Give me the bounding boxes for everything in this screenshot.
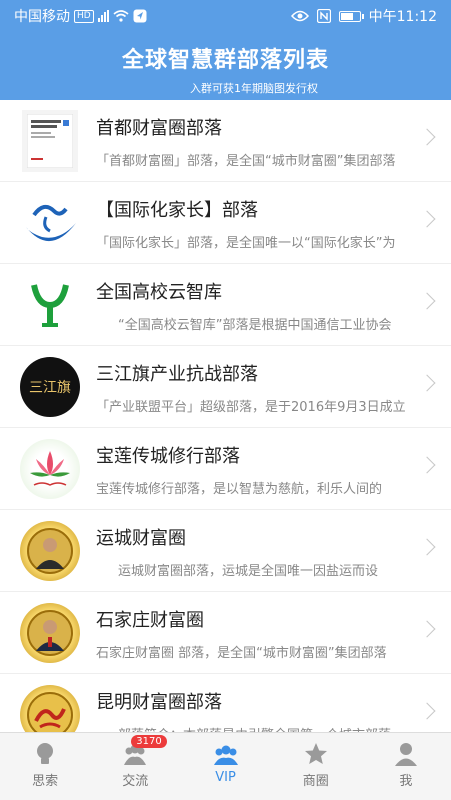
chevron-right-icon bbox=[418, 538, 436, 556]
tribe-name: 宝莲传城修行部落 bbox=[96, 446, 240, 467]
tribe-description: 部落简介：本部落是由引擎全国第一个城市部落 bbox=[96, 724, 408, 732]
status-right: 中午11:12 bbox=[290, 6, 437, 26]
tribe-name: 昆明财富圈部落 bbox=[96, 692, 222, 713]
list-item[interactable]: 石家庄财富圈 石家庄财富圈 部落，是全国“城市财富圈”集团部落 bbox=[0, 592, 451, 674]
chevron-right-icon bbox=[418, 702, 436, 720]
list-item[interactable]: 宝莲传城修行部落 宝莲传城修行部落，是以智慧为慈航，利乐人间的 bbox=[0, 428, 451, 510]
badge-text: 三江旗 bbox=[29, 380, 71, 396]
tribe-name: 三江旗产业抗战部落 bbox=[96, 364, 258, 385]
tribe-description: 运城财富圈部落，运城是全国唯一因盐运而设 bbox=[118, 564, 379, 579]
tab-label: VIP bbox=[215, 770, 236, 785]
signal-icon bbox=[97, 10, 109, 22]
tribe-name: 首都财富圈部落 bbox=[96, 118, 222, 139]
status-left: 中国移动 HD bbox=[14, 6, 147, 26]
bottom-nav: 思索 3170 交流 VIP 商圈 我 bbox=[0, 732, 451, 800]
tribe-name: 运城财富圈 bbox=[96, 528, 186, 549]
star-icon bbox=[304, 743, 327, 764]
tribe-description: 宝莲传城修行部落，是以智慧为慈航，利乐人间的 bbox=[96, 482, 383, 497]
tab-label: 我 bbox=[399, 774, 413, 789]
clock: 中午11:12 bbox=[368, 9, 437, 25]
chevron-right-icon bbox=[418, 374, 436, 392]
chevron-right-icon bbox=[418, 128, 436, 146]
tab-jiaoliu[interactable]: 3170 交流 bbox=[90, 733, 180, 800]
book-cover-thumbnail bbox=[22, 110, 78, 172]
coin-portrait-thumbnail bbox=[20, 603, 80, 663]
tab-shangquan[interactable]: 商圈 bbox=[271, 733, 361, 800]
list-item[interactable]: 运城财富圈 运城财富圈部落，运城是全国唯一因盐运而设 bbox=[0, 510, 451, 592]
sanjiangqi-badge-thumbnail: 三江旗 bbox=[20, 357, 80, 417]
chevron-right-icon bbox=[418, 292, 436, 310]
navigation-icon bbox=[133, 9, 147, 23]
chevron-right-icon bbox=[418, 210, 436, 228]
coin-portrait-thumbnail bbox=[20, 521, 80, 581]
y-logo-thumbnail bbox=[20, 275, 80, 335]
vip-people-icon bbox=[213, 745, 238, 765]
tribe-list: 首都财富圈部落 「首都财富圈」部落，是全国“城市财富圈”集团部落 【国际化家长】… bbox=[0, 100, 451, 732]
tab-sisuo[interactable]: 思索 bbox=[0, 733, 90, 800]
status-bar: 中国移动 HD 中午11:12 bbox=[0, 0, 451, 30]
carrier-name: 中国移动 bbox=[14, 9, 70, 25]
chevron-right-icon bbox=[418, 620, 436, 638]
lightbulb-icon bbox=[37, 743, 54, 764]
list-item[interactable]: 三江旗 三江旗产业抗战部落 「产业联盟平台」超级部落，是于2016年9月3日成立 bbox=[0, 346, 451, 428]
tab-label: 思索 bbox=[32, 774, 59, 789]
unread-badge: 3170 bbox=[131, 735, 167, 748]
tab-label: 交流 bbox=[122, 774, 149, 789]
tribe-description: 「国际化家长」部落，是全国唯一以“国际化家长”为 bbox=[96, 236, 396, 251]
wifi-icon bbox=[113, 10, 129, 22]
eye-icon bbox=[290, 10, 309, 22]
page-subtitle: 入群可获1年期脑图发行权 bbox=[190, 82, 318, 95]
hd-badge: HD bbox=[74, 9, 94, 23]
tribe-name: 【国际化家长】部落 bbox=[96, 200, 258, 221]
person-icon bbox=[394, 743, 417, 766]
list-item[interactable]: 首都财富圈部落 「首都财富圈」部落，是全国“城市财富圈”集团部落 bbox=[0, 100, 451, 182]
page-header: 全球智慧群部落列表 入群可获1年期脑图发行权 bbox=[0, 30, 451, 100]
list-item[interactable]: 【国际化家长】部落 「国际化家长」部落，是全国唯一以“国际化家长”为 bbox=[0, 182, 451, 264]
lotus-logo-thumbnail bbox=[20, 439, 80, 499]
page-title: 全球智慧群部落列表 bbox=[121, 48, 329, 73]
list-item[interactable]: 全国高校云智库 “全国高校云智库”部落是根据中国通信工业协会 bbox=[0, 264, 451, 346]
calligraphy-logo-thumbnail bbox=[20, 193, 80, 253]
tribe-description: 「首都财富圈」部落，是全国“城市财富圈”集团部落 bbox=[96, 154, 396, 169]
nfc-icon bbox=[316, 9, 331, 23]
tribe-name: 全国高校云智库 bbox=[96, 282, 222, 303]
battery-icon bbox=[338, 10, 364, 22]
tribe-name: 石家庄财富圈 bbox=[96, 610, 204, 631]
list-item[interactable]: 昆明财富圈部落 部落简介：本部落是由引擎全国第一个城市部落 bbox=[0, 674, 451, 732]
coin-calligraphy-thumbnail bbox=[20, 685, 80, 732]
tribe-description: “全国高校云智库”部落是根据中国通信工业协会 bbox=[118, 318, 392, 333]
tribe-description: 石家庄财富圈 部落，是全国“城市财富圈”集团部落 bbox=[96, 646, 387, 661]
tribe-description: 「产业联盟平台」超级部落，是于2016年9月3日成立 bbox=[96, 400, 406, 415]
tab-me[interactable]: 我 bbox=[361, 733, 451, 800]
tab-vip[interactable]: VIP bbox=[180, 733, 270, 800]
tab-label: 商圈 bbox=[302, 774, 329, 789]
chevron-right-icon bbox=[418, 456, 436, 474]
